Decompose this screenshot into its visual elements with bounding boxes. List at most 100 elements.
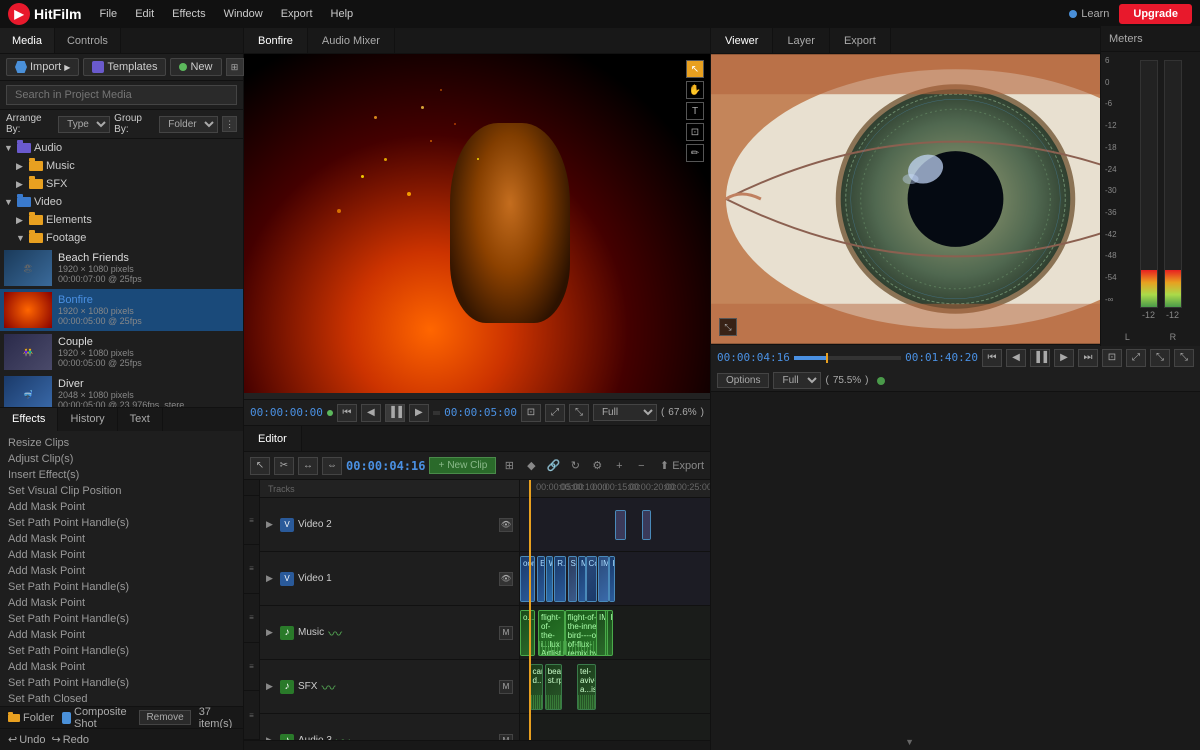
- crop-tool-button[interactable]: ⊡: [686, 123, 704, 141]
- tree-item-sfx[interactable]: ▶ SFX: [0, 175, 243, 193]
- history-item[interactable]: Set Visual Clip Position: [4, 483, 239, 499]
- track-v2-eye[interactable]: 👁: [499, 518, 513, 532]
- tl-loop-button[interactable]: ↻: [566, 457, 584, 475]
- remove-button[interactable]: Remove: [139, 710, 190, 725]
- undo-button[interactable]: ↩ Undo: [8, 733, 46, 746]
- clip-v2-2[interactable]: [642, 510, 652, 540]
- track-music-collapse[interactable]: ≡: [244, 594, 259, 643]
- arrange-type-select[interactable]: Type: [58, 116, 110, 133]
- tl-razor-tool[interactable]: ✂: [274, 457, 294, 475]
- viewer-fit-button[interactable]: ⊡: [1102, 349, 1122, 367]
- tree-item-footage[interactable]: ▼ Footage: [0, 229, 243, 247]
- trim-zoom-out-button[interactable]: ⤡: [569, 404, 589, 422]
- tl-snap-button[interactable]: ⊞: [500, 457, 518, 475]
- track-expand-v1[interactable]: ▶: [266, 573, 276, 584]
- viewer-zoom-out-button[interactable]: ⤡: [1150, 349, 1170, 367]
- group-folder-select[interactable]: Folder: [159, 116, 218, 133]
- new-button[interactable]: New: [170, 58, 221, 76]
- history-item[interactable]: Set Path Point Handle(s): [4, 611, 239, 627]
- history-item[interactable]: Set Path Point Handle(s): [4, 515, 239, 531]
- track-v1-collapse[interactable]: ≡: [244, 545, 259, 594]
- clip-v1-eye[interactable]: Eye: [537, 556, 545, 602]
- tl-zoom-in-button[interactable]: +: [610, 457, 628, 475]
- tab-viewer[interactable]: Viewer: [711, 28, 773, 53]
- history-item[interactable]: Add Mask Point: [4, 627, 239, 643]
- history-item[interactable]: Add Mask Point: [4, 531, 239, 547]
- viewer-quality-select[interactable]: FullHalf: [773, 372, 821, 389]
- tab-effects[interactable]: Effects: [0, 408, 58, 431]
- viewer-zoom-in-button[interactable]: ⤡: [1174, 349, 1194, 367]
- media-item-diver[interactable]: 🤿 Diver 2048 × 1080 pixels 00:00:05:00 @…: [0, 373, 243, 407]
- viewer-to-start[interactable]: ⏮: [982, 349, 1002, 367]
- viewer-play-pause[interactable]: ▐▐: [1030, 349, 1050, 367]
- select-tool-button[interactable]: ↖: [686, 60, 704, 78]
- history-item[interactable]: Set Path Point Handle(s): [4, 643, 239, 659]
- trim-scrub-bar[interactable]: [244, 393, 710, 399]
- tl-zoom-out-button[interactable]: −: [632, 457, 650, 475]
- tab-history[interactable]: History: [58, 408, 117, 431]
- tab-bonfire[interactable]: Bonfire: [244, 28, 308, 53]
- options-button[interactable]: Options: [717, 373, 769, 388]
- track-audio3-collapse[interactable]: ≡: [244, 691, 259, 740]
- tab-media[interactable]: Media: [0, 28, 55, 53]
- menu-window[interactable]: Window: [216, 6, 271, 22]
- viewer-prev-frame[interactable]: ◀: [1006, 349, 1026, 367]
- tree-item-music[interactable]: ▶ Music: [0, 157, 243, 175]
- tl-export-button[interactable]: ⬆ Export: [660, 459, 704, 472]
- viewer-next-frame[interactable]: ▶: [1054, 349, 1074, 367]
- search-input[interactable]: [6, 85, 237, 105]
- clip-music-1[interactable]: o...ade: [520, 610, 535, 656]
- tl-link-button[interactable]: 🔗: [544, 457, 562, 475]
- tl-settings-button[interactable]: ⚙: [588, 457, 606, 475]
- track-sfx-mute[interactable]: M: [499, 680, 513, 694]
- track-v1-eye[interactable]: 👁: [499, 572, 513, 586]
- import-button[interactable]: Import ▶: [6, 58, 79, 76]
- trim-play-pause-button[interactable]: ▐▐: [385, 404, 405, 422]
- trim-zoom-fit-button[interactable]: ⤢: [545, 404, 565, 422]
- clip-v1-me[interactable]: M...e: [578, 556, 586, 602]
- clip-sfx-beach[interactable]: beach st.rp3...ade: [545, 664, 562, 710]
- track-v2-collapse[interactable]: ≡: [244, 496, 259, 545]
- clip-v1-img0403[interactable]: IMG_0403.mov: [598, 556, 609, 602]
- tl-slide-tool[interactable]: ⇔: [322, 457, 342, 475]
- text-tool-button[interactable]: T: [686, 102, 704, 120]
- pen-tool-button[interactable]: ✏: [686, 144, 704, 162]
- track-expand-audio3[interactable]: ▶: [266, 735, 276, 740]
- menu-file[interactable]: File: [91, 6, 125, 22]
- arrange-options-button[interactable]: ⋮: [222, 116, 237, 132]
- track-expand-sfx[interactable]: ▶: [266, 681, 276, 692]
- trim-fit-button[interactable]: ⊡: [521, 404, 541, 422]
- trim-to-start-button[interactable]: ⏮: [337, 404, 357, 422]
- tab-controls[interactable]: Controls: [55, 28, 121, 53]
- clip-sfx-telaviv[interactable]: tel-aviv-a...ist.rp3: [577, 664, 596, 710]
- viewer-to-end[interactable]: ⏭: [1078, 349, 1098, 367]
- clip-v1-w2[interactable]: W...2: [546, 556, 554, 602]
- redo-button[interactable]: ↪ Redo: [52, 733, 90, 746]
- templates-button[interactable]: Templates: [83, 58, 166, 76]
- clip-v1-r2[interactable]: R...2: [554, 556, 565, 602]
- track-expand-music[interactable]: ▶: [266, 627, 276, 638]
- history-item[interactable]: Adjust Clip(s): [4, 451, 239, 467]
- viewer-corner-button[interactable]: ⤡: [719, 318, 737, 336]
- tab-editor[interactable]: Editor: [244, 426, 302, 451]
- media-item-couple[interactable]: 👫 Couple 1920 × 1080 pixels 00:00:05:00 …: [0, 331, 243, 373]
- media-item-bonfire[interactable]: Bonfire 1920 × 1080 pixels 00:00:05:00 @…: [0, 289, 243, 331]
- history-item[interactable]: Add Mask Point: [4, 659, 239, 675]
- tab-text[interactable]: Text: [118, 408, 163, 431]
- menu-effects[interactable]: Effects: [164, 6, 213, 22]
- menu-help[interactable]: Help: [323, 6, 362, 22]
- history-item[interactable]: Add Mask Point: [4, 595, 239, 611]
- tree-item-audio[interactable]: ▼ Audio: [0, 139, 243, 157]
- tab-export-viewer[interactable]: Export: [830, 28, 891, 53]
- trim-quality-select[interactable]: FullHalfQuarter: [593, 404, 657, 421]
- track-sfx-collapse[interactable]: ≡: [244, 643, 259, 692]
- history-item[interactable]: Resize Clips: [4, 435, 239, 451]
- new-clip-button[interactable]: + New Clip: [429, 457, 496, 474]
- history-item[interactable]: Set Path Closed: [4, 691, 239, 707]
- clip-v1-skater[interactable]: Skatir...: [568, 556, 578, 602]
- clip-v1-couple[interactable]: Couple: [586, 556, 597, 602]
- history-item[interactable]: Insert Effect(s): [4, 467, 239, 483]
- media-item-beach-friends[interactable]: 🏖 Beach Friends 1920 × 1080 pixels 00:00…: [0, 247, 243, 289]
- tree-item-video[interactable]: ▼ Video: [0, 193, 243, 211]
- upgrade-button[interactable]: Upgrade: [1119, 4, 1192, 24]
